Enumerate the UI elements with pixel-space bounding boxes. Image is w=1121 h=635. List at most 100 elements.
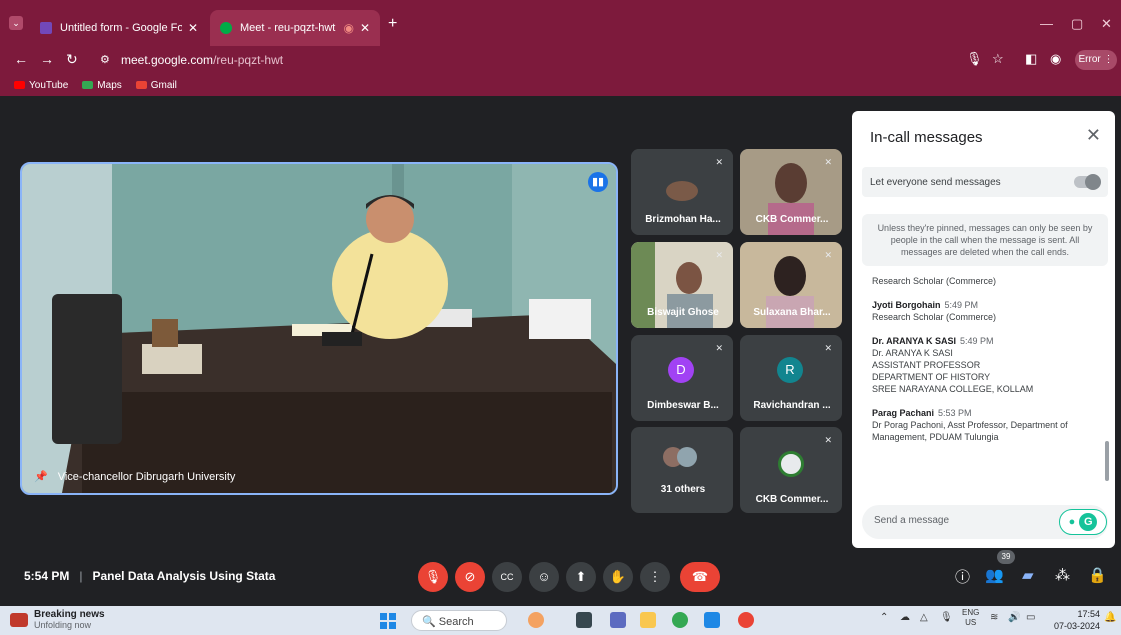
- participant-tile[interactable]: ✕ D Dimbeswar B...: [631, 335, 733, 421]
- microphone-icon[interactable]: 🎙: [966, 51, 983, 67]
- message-line: Research Scholar (Commerce): [872, 276, 997, 286]
- participant-tile[interactable]: ✕ Biswajit Ghose: [631, 242, 733, 328]
- file-explorer-icon[interactable]: [640, 612, 656, 628]
- bookmark-youtube[interactable]: YouTube: [14, 80, 68, 91]
- chrome-icon[interactable]: [672, 612, 688, 628]
- message-sender: Parag Pachani: [872, 408, 935, 418]
- back-icon[interactable]: ←: [14, 51, 28, 67]
- meeting-info: 5:54 PM | Panel Data Analysis Using Stat…: [24, 569, 275, 583]
- participant-tile[interactable]: ✕ Brizmohan Ha...: [631, 149, 733, 235]
- camera-off-button[interactable]: ⊘: [455, 562, 485, 592]
- message-sender: Dr. ARANYA K SASI: [872, 336, 957, 346]
- site-info-icon[interactable]: ⚙: [100, 53, 110, 66]
- address-bar[interactable]: meet.google.com/reu-pqzt-hwt: [95, 48, 1025, 72]
- google-meet-icon: [220, 22, 232, 34]
- mic-off-icon: ✕: [824, 435, 832, 445]
- maximize-button[interactable]: ▢: [1071, 16, 1083, 32]
- tab-search-button[interactable]: ⌄: [9, 16, 23, 30]
- message-list[interactable]: Research Scholar (Commerce) Jyoti Borgoh…: [872, 275, 1100, 495]
- clock-date: 07-03-2024: [1053, 621, 1100, 631]
- close-icon[interactable]: ✕: [1086, 125, 1101, 146]
- windows-taskbar: Breaking news Unfolding now 🔍 Search ⌃ ☁ …: [0, 606, 1121, 635]
- forward-icon[interactable]: →: [40, 51, 54, 67]
- screen: ⌄ Untitled form - Google Forms ✕ Meet - …: [0, 0, 1121, 635]
- extension-icon[interactable]: ◉: [1050, 51, 1061, 67]
- new-tab-button[interactable]: +: [388, 16, 397, 32]
- region-label: US: [965, 618, 977, 627]
- mail-icon[interactable]: [704, 612, 720, 628]
- send-messages-toggle[interactable]: [1074, 174, 1101, 190]
- participant-name: Ravichandran ...: [753, 400, 831, 411]
- participant-name: Biswajit Ghose: [647, 307, 719, 318]
- reload-icon[interactable]: ↻: [66, 51, 78, 68]
- mic-tray-icon[interactable]: 🎙: [940, 612, 953, 623]
- participant-tile[interactable]: ✕ Sulaxana Bhar...: [740, 242, 842, 328]
- message: Research Scholar (Commerce): [872, 275, 1100, 287]
- more-options-button[interactable]: ⋮: [640, 562, 670, 592]
- windows-start-icon[interactable]: [380, 613, 396, 629]
- bookmark-maps[interactable]: Maps: [82, 79, 122, 91]
- mic-off-button[interactable]: 🎙: [418, 562, 448, 592]
- tray-chevron-icon[interactable]: ⌃: [880, 612, 888, 623]
- mic-off-icon: ✕: [715, 250, 723, 260]
- browser-tab-bar: ⌄ Untitled form - Google Forms ✕ Meet - …: [0, 0, 1121, 46]
- mic-off-icon: ✕: [715, 157, 723, 167]
- main-speaker-video[interactable]: ▮▮ 📌 Vice-chancellor Dibrugarh Universit…: [20, 162, 618, 495]
- volume-icon[interactable]: 🔊: [1008, 612, 1020, 623]
- taskbar-clock[interactable]: 17:54 07-03-2024: [1050, 608, 1100, 632]
- mic-off-icon: ✕: [824, 343, 832, 353]
- battery-icon[interactable]: ▭: [1026, 612, 1035, 623]
- participant-tile[interactable]: ✕ CKB Commer...: [740, 427, 842, 513]
- task-view-icon[interactable]: [576, 612, 592, 628]
- tab-google-meet[interactable]: Meet - reu-pqzt-hwt ◉ ✕: [210, 10, 380, 46]
- bookmark-label: Maps: [97, 79, 122, 91]
- close-icon[interactable]: ✕: [188, 21, 198, 35]
- scrollbar[interactable]: [1105, 441, 1109, 481]
- in-call-messages-panel: In-call messages ✕ Let everyone send mes…: [852, 111, 1115, 548]
- pin-icon[interactable]: 📌: [34, 470, 48, 483]
- participant-name: Dimbeswar B...: [647, 400, 719, 411]
- emoji-button[interactable]: ☺: [529, 562, 559, 592]
- profile-error-button[interactable]: Error ⋮: [1075, 50, 1117, 70]
- others-tile[interactable]: 31 others: [631, 427, 733, 513]
- bookmark-star-icon[interactable]: ☆: [992, 51, 1004, 67]
- window-close-button[interactable]: ✕: [1101, 16, 1112, 32]
- tab-google-forms[interactable]: Untitled form - Google Forms ✕: [30, 10, 208, 46]
- chat-icon[interactable]: ▰: [1022, 566, 1034, 584]
- participant-name: CKB Commer...: [755, 214, 829, 225]
- leave-call-button[interactable]: ☎: [680, 562, 720, 592]
- speaker-name: Vice-chancellor Dibrugarh University: [57, 470, 236, 483]
- meeting-stage: ▮▮ 📌 Vice-chancellor Dibrugarh Universit…: [0, 96, 1121, 606]
- host-controls-icon[interactable]: 🔒: [1088, 566, 1107, 584]
- participant-tile[interactable]: ✕ CKB Commer...: [740, 149, 842, 235]
- side-panel-icon[interactable]: ◧: [1025, 51, 1037, 67]
- raise-hand-button[interactable]: ✋: [603, 562, 633, 592]
- chrome-profile-icon[interactable]: [738, 612, 754, 628]
- mic-off-icon: ✕: [715, 343, 723, 353]
- taskbar-search[interactable]: 🔍 Search: [411, 610, 507, 631]
- notification-bell-icon[interactable]: 🔔: [1104, 612, 1116, 623]
- captions-button[interactable]: CC: [492, 562, 522, 592]
- minimize-button[interactable]: —: [1040, 16, 1053, 31]
- people-icon[interactable]: 👥: [985, 566, 1004, 584]
- close-icon[interactable]: ✕: [360, 21, 370, 35]
- grammarly-button[interactable]: ● G: [1059, 509, 1107, 535]
- teams-icon[interactable]: [610, 612, 626, 628]
- wifi-icon[interactable]: ≋: [990, 612, 998, 623]
- participant-tile[interactable]: ✕ R Ravichandran ...: [740, 335, 842, 421]
- language-indicator[interactable]: ENG US: [962, 608, 979, 628]
- widget-icon[interactable]: [528, 612, 544, 628]
- people-count-badge: 39: [997, 550, 1015, 564]
- grammarly-icon: G: [1079, 513, 1098, 531]
- news-widget[interactable]: Breaking news Unfolding now: [10, 609, 105, 631]
- present-button[interactable]: ⬆: [566, 562, 596, 592]
- college-logo-icon: [778, 451, 804, 477]
- send-messages-setting: Let everyone send messages: [862, 167, 1108, 197]
- meeting-details-icon[interactable]: ⓘ: [955, 566, 970, 587]
- onedrive-icon[interactable]: ☁: [900, 612, 910, 623]
- activities-icon[interactable]: ⁂: [1055, 566, 1070, 584]
- news-icon: [10, 613, 28, 627]
- google-drive-icon[interactable]: △: [920, 612, 928, 623]
- speaking-indicator-icon: ▮▮: [588, 172, 608, 192]
- bookmark-gmail[interactable]: Gmail: [135, 80, 177, 91]
